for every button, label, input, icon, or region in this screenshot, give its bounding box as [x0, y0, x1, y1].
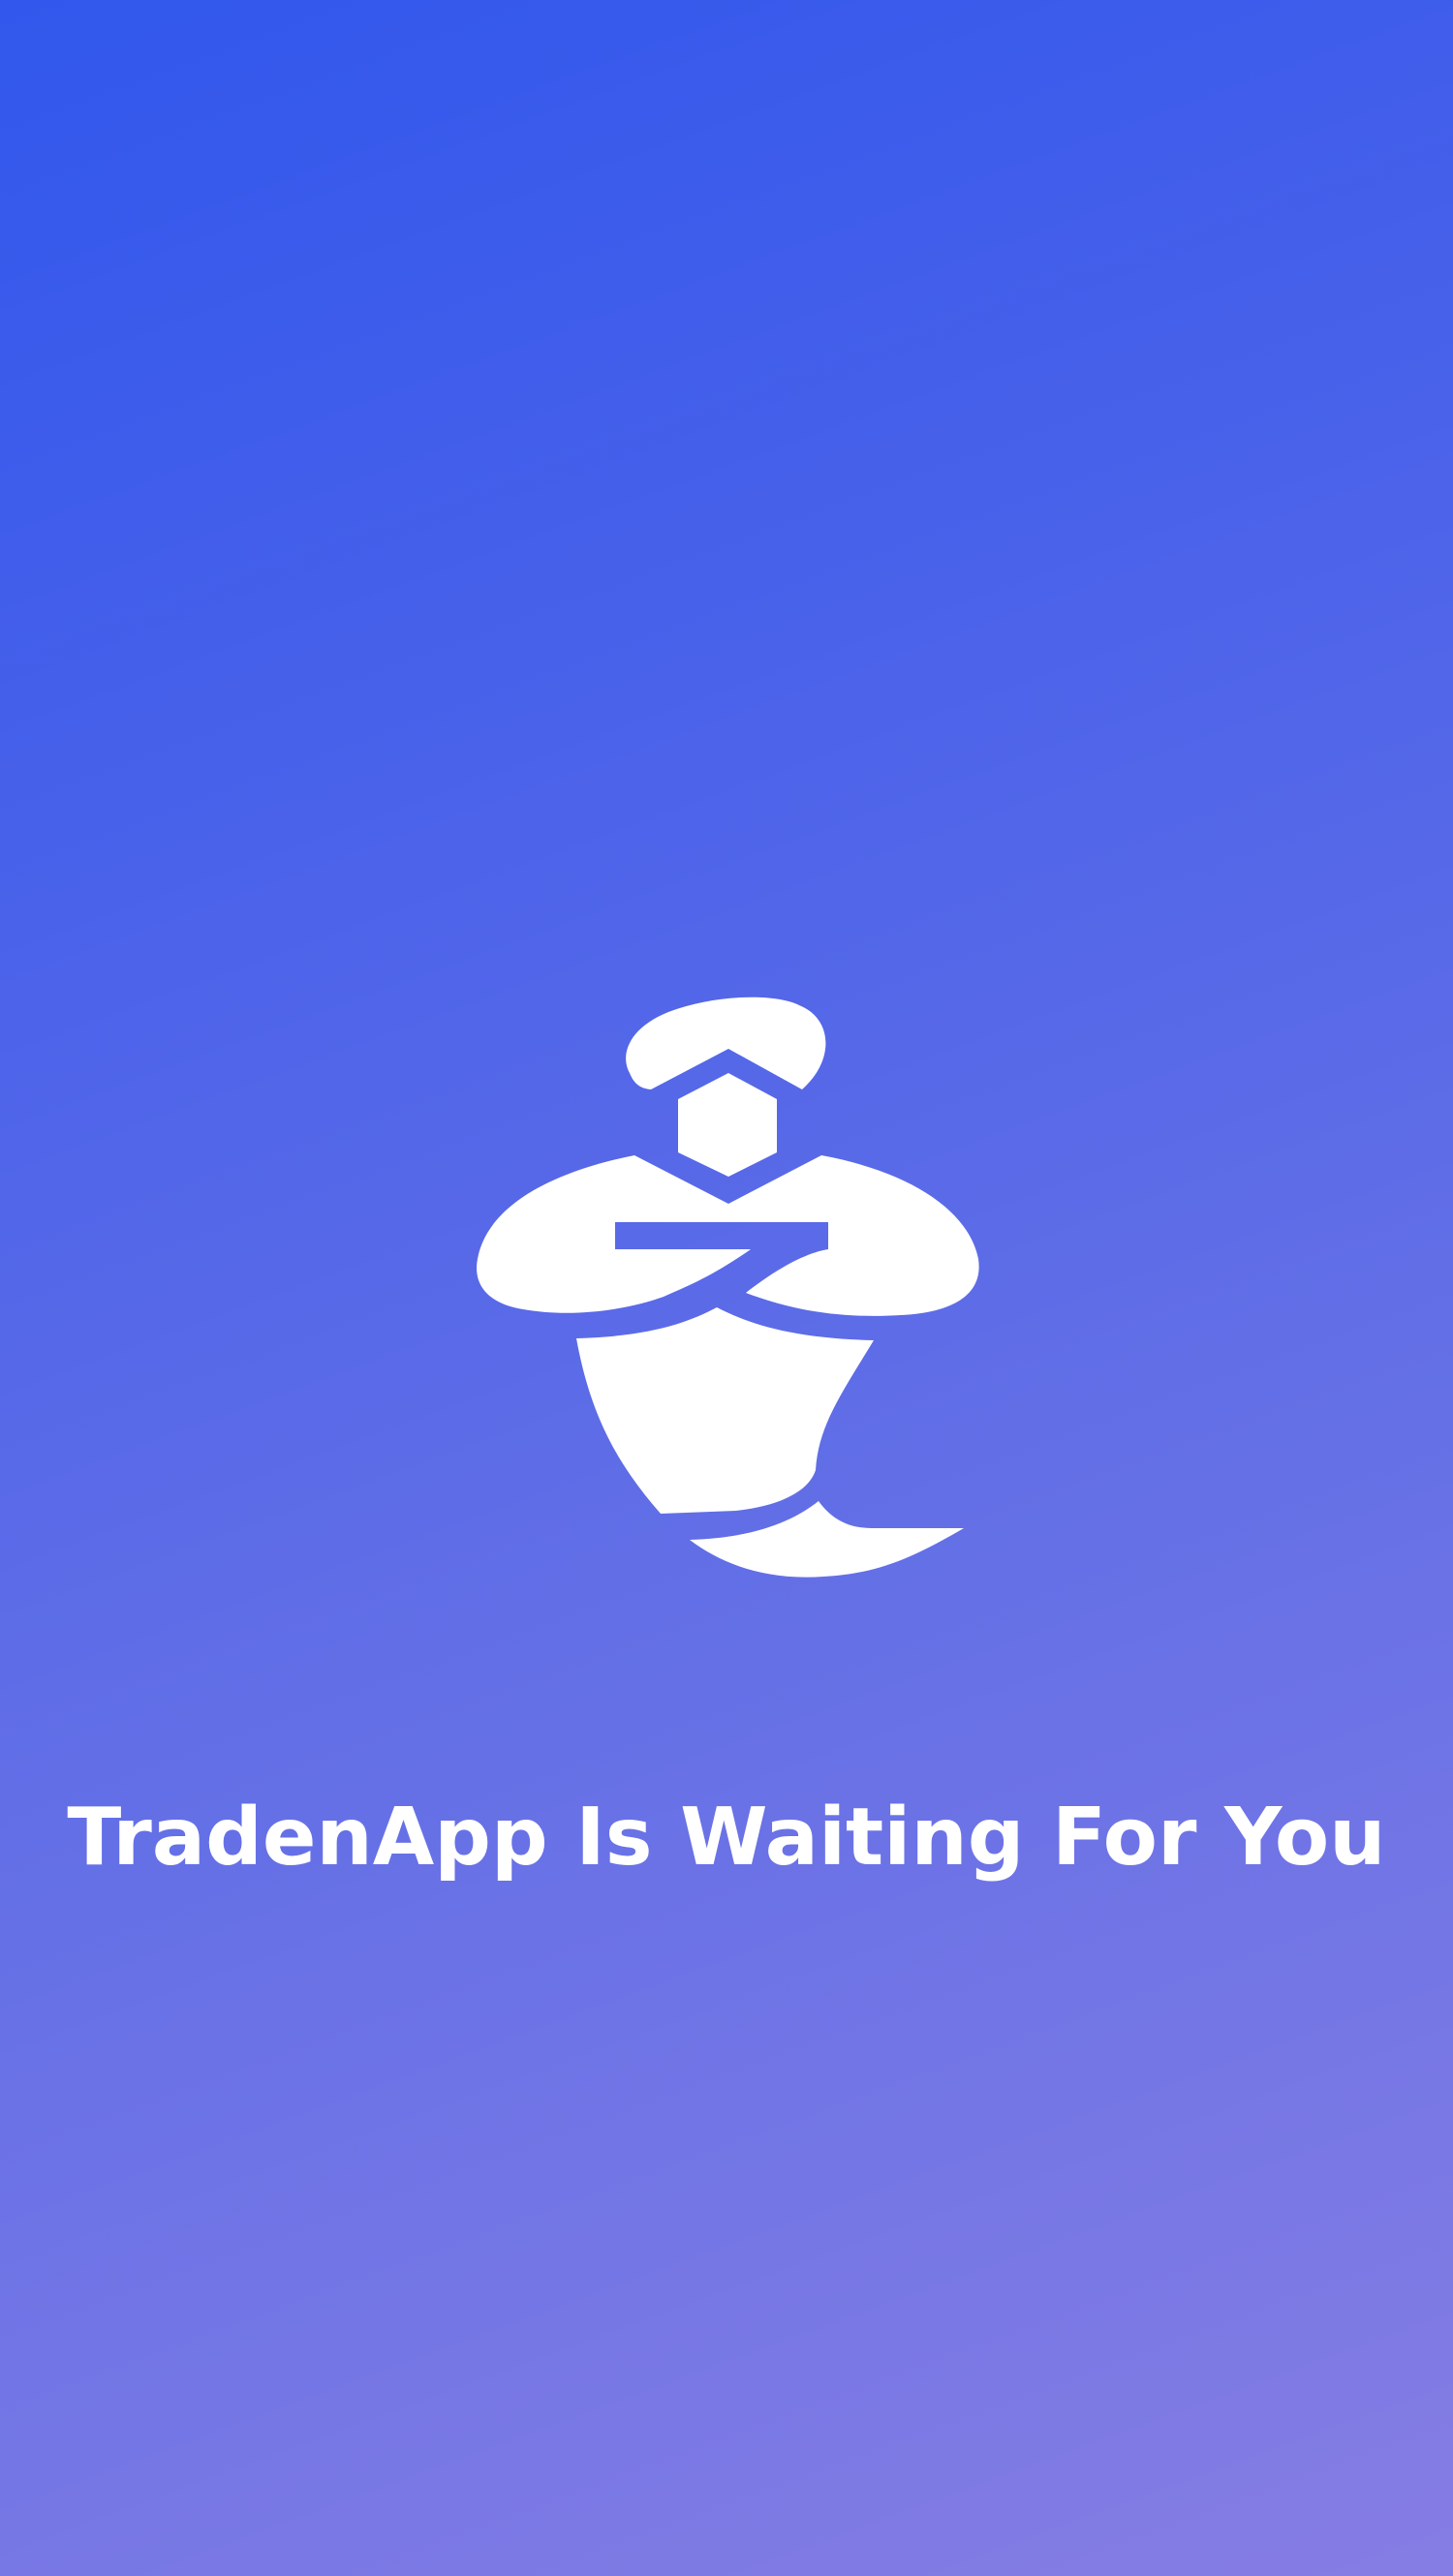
logo-torso	[576, 1307, 874, 1514]
logo-head	[678, 1073, 777, 1177]
splash-screen: TradenApp Is Waiting For You	[0, 0, 1453, 2576]
splash-tagline: TradenApp Is Waiting For You	[67, 1792, 1386, 1884]
logo-tail	[690, 1501, 964, 1578]
genie-logo-icon	[477, 997, 979, 1578]
logo-arms	[477, 1155, 979, 1316]
